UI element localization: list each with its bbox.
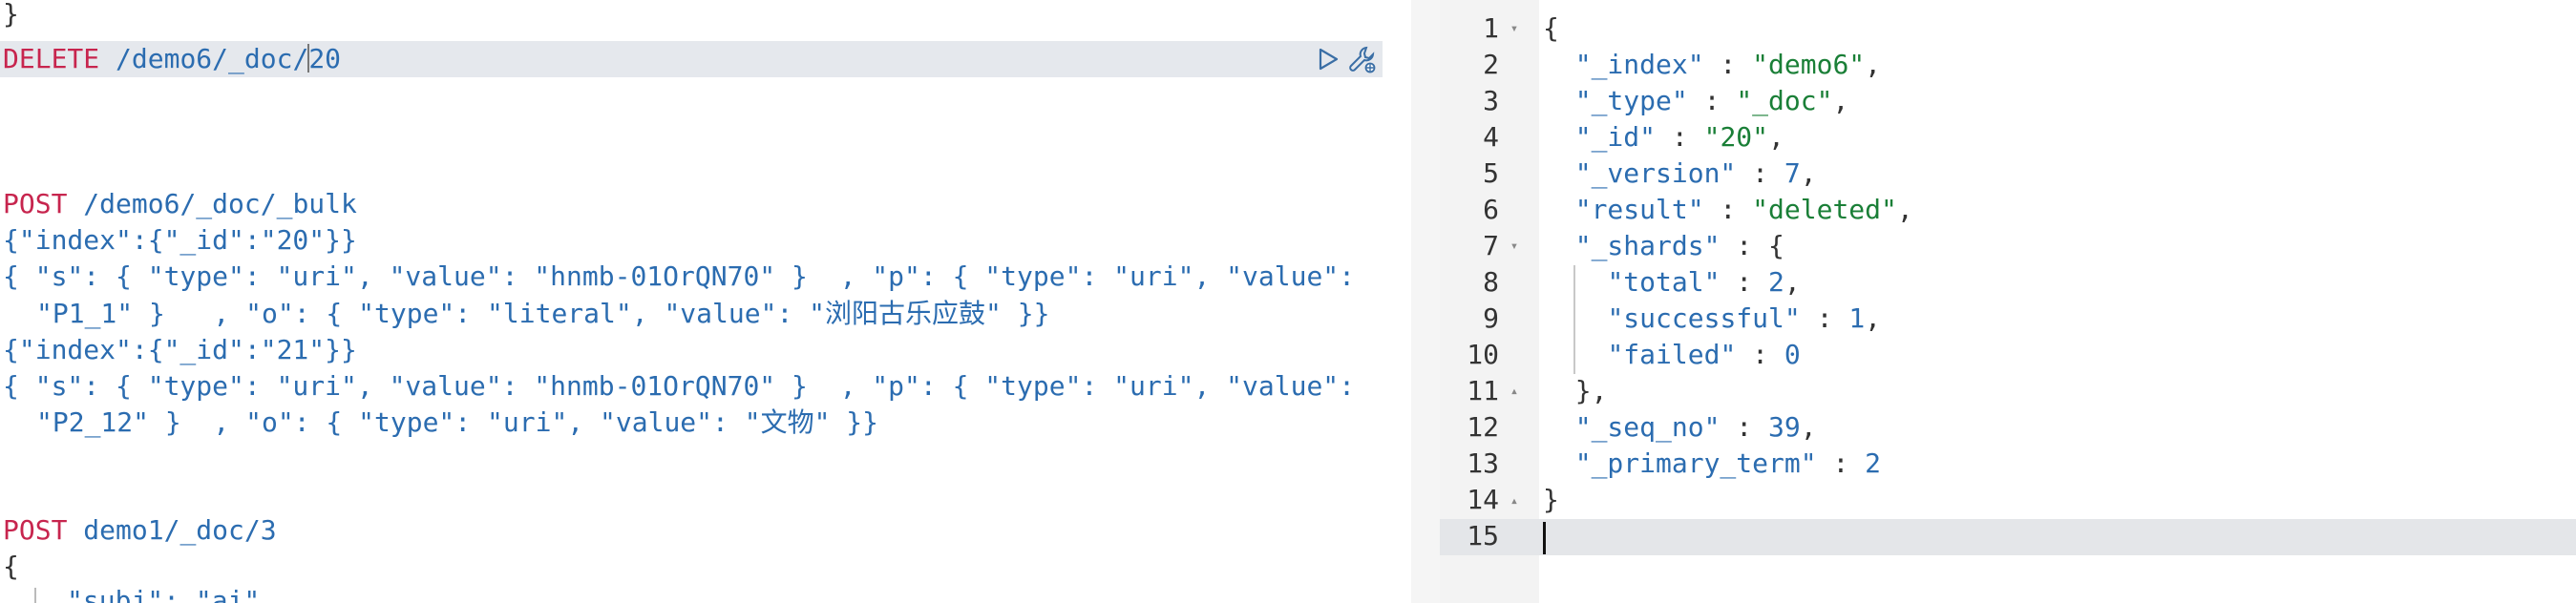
response-line: "_id" : "20", [1574, 121, 1784, 153]
line-number: 8 [1483, 266, 1499, 298]
line-number: 4 [1483, 121, 1499, 153]
indent-guide [34, 588, 36, 603]
response-line: { [1543, 12, 1559, 44]
line-number: 7 [1483, 230, 1499, 261]
bulk-body-line: "P1_1" } , "o": { "type": "literal", "va… [36, 298, 1050, 329]
line-number: 6 [1483, 194, 1499, 225]
request-path: demo1/_doc/3 [83, 514, 277, 546]
editor-line: "subj": "ai" [67, 585, 261, 603]
post-request-line[interactable]: POST /demo6/_doc/_bulk [3, 186, 357, 222]
line-number: 15 [1467, 520, 1499, 551]
response-line: }, [1543, 375, 1608, 406]
line-number: 9 [1483, 302, 1499, 334]
response-line: "result" : "deleted", [1574, 194, 1913, 225]
response-line: "_shards" : { [1574, 230, 1784, 261]
response-viewer[interactable]: 1 2 3 4 5 6 7 8 9 10 11 12 13 14 15 ▾ ▾ ▴ ▴ { "_index"… [1440, 0, 2576, 603]
request-path: /demo6/_doc/ [116, 43, 309, 74]
response-line: "_version" : 7, [1574, 157, 1817, 189]
request-editor[interactable]: } DELETE /demo6/_doc/20 POST /demo6/_doc… [0, 0, 1411, 603]
bulk-body-line: {"index":{"_id":"20"}} [3, 224, 357, 256]
text-caret [1543, 522, 1546, 554]
request-path-id: 20 [308, 43, 342, 74]
fold-toggle-icon[interactable]: ▾ [1507, 10, 1522, 47]
editor-line: { [3, 551, 19, 582]
post-request-line[interactable]: POST demo1/_doc/3 [3, 512, 277, 549]
line-number: 14 [1467, 484, 1499, 515]
play-icon[interactable] [1312, 43, 1344, 75]
request-method: DELETE [3, 43, 100, 74]
line-number: 5 [1483, 157, 1499, 189]
line-number: 11 [1467, 375, 1499, 406]
line-number: 12 [1467, 411, 1499, 443]
wrench-icon[interactable] [1346, 43, 1379, 75]
response-line: "successful" : 1, [1607, 302, 1882, 334]
bulk-body-line: {"index":{"_id":"21"}} [3, 334, 357, 365]
response-line: "_type" : "_doc", [1574, 85, 1849, 116]
bulk-body-line: { "s": { "type": "uri", "value": "hnmb-0… [3, 370, 1356, 402]
editor-line: } [3, 0, 19, 30]
active-line-highlight [1440, 519, 2576, 555]
fold-toggle-icon[interactable]: ▾ [1507, 228, 1522, 264]
pane-splitter[interactable] [1411, 0, 1440, 603]
request-method: POST [3, 514, 68, 546]
line-number: 10 [1467, 339, 1499, 370]
bulk-body-line: "P2_12" } , "o": { "type": "uri", "value… [36, 406, 879, 438]
response-line: "_primary_term" : 2 [1574, 447, 1882, 479]
line-number: 3 [1483, 85, 1499, 116]
delete-request-line[interactable]: DELETE /demo6/_doc/20 [3, 41, 341, 77]
response-line: "_index" : "demo6", [1574, 49, 1882, 80]
response-line: "failed" : 0 [1607, 339, 1801, 370]
response-line: "total" : 2, [1607, 266, 1801, 298]
request-method: POST [3, 188, 68, 219]
line-number: 13 [1467, 447, 1499, 479]
unfold-toggle-icon[interactable]: ▴ [1507, 483, 1522, 519]
response-line: "_seq_no" : 39, [1574, 411, 1817, 443]
bulk-body-line: { "s": { "type": "uri", "value": "hnmb-0… [3, 260, 1356, 292]
response-line: } [1543, 484, 1559, 515]
unfold-toggle-icon[interactable]: ▴ [1507, 373, 1522, 409]
line-number: 2 [1483, 49, 1499, 80]
line-number: 1 [1483, 12, 1499, 44]
request-path: /demo6/_doc/_bulk [83, 188, 357, 219]
